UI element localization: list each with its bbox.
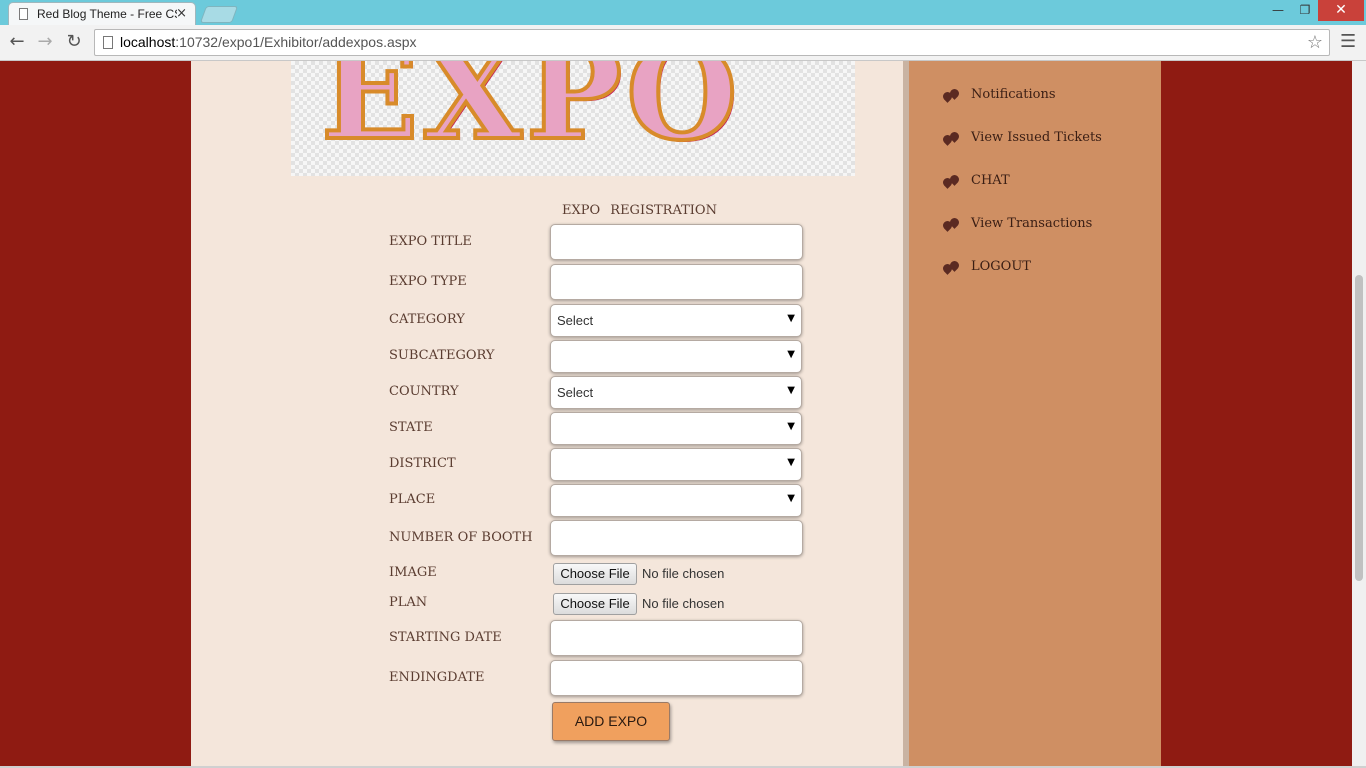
forward-arrow-icon[interactable]: → — [34, 31, 56, 52]
image-no-file-text: No file chosen — [642, 566, 725, 581]
country-label: COUNTRY — [389, 384, 459, 399]
dropdown-arrow-icon: ▼ — [787, 313, 795, 324]
url-path: :10732/expo1/Exhibitor/addexpos.aspx — [175, 34, 417, 50]
dropdown-arrow-icon: ▼ — [787, 457, 795, 468]
image-label: IMAGE — [389, 565, 437, 580]
leaf-bullet-icon — [941, 130, 961, 146]
url-host: localhost — [120, 34, 176, 50]
page-icon — [19, 8, 28, 20]
sidebar-item-label: View Transactions — [971, 216, 1093, 231]
leaf-bullet-icon — [941, 173, 961, 189]
subcategory-select[interactable]: ▼ — [550, 340, 802, 373]
leaf-bullet-icon — [941, 87, 961, 103]
ending-date-label: ENDINGDATE — [389, 670, 485, 685]
sidebar: Notifications View Issued Tickets CHAT V… — [909, 61, 1161, 768]
dropdown-arrow-icon: ▼ — [787, 385, 795, 396]
country-select[interactable]: Select ▼ — [550, 376, 802, 409]
image-choose-file-button[interactable]: Choose File — [553, 563, 637, 585]
subcategory-label: SUBCATEGORY — [389, 348, 495, 363]
vertical-scrollbar[interactable] — [1352, 61, 1366, 768]
country-selected-value: Select — [557, 385, 594, 400]
ending-date-input[interactable] — [550, 660, 803, 696]
browser-tab[interactable]: Red Blog Theme - Free CS × — [8, 2, 196, 25]
expo-title-input[interactable] — [550, 224, 803, 260]
leaf-bullet-icon — [941, 259, 961, 275]
sidebar-item-label: View Issued Tickets — [971, 130, 1102, 145]
browser-toolbar: ← → ↻ localhost:10732/expo1/Exhibitor/ad… — [0, 25, 1366, 61]
expo-banner: EXPO — [291, 61, 855, 176]
sidebar-item-label: Notifications — [971, 87, 1056, 102]
maximize-window-icon[interactable]: ❐ — [1292, 0, 1318, 21]
plan-label: PLAN — [389, 595, 428, 610]
main-content: EXPO EXPO REGISTRATION EXPO TITLE EXPO T… — [191, 61, 903, 768]
address-bar[interactable]: localhost:10732/expo1/Exhibitor/addexpos… — [94, 29, 1330, 56]
expo-type-label: EXPO TYPE — [389, 274, 467, 289]
new-tab-button[interactable] — [199, 6, 239, 23]
tab-title: Red Blog Theme - Free CS — [37, 7, 177, 21]
leaf-bullet-icon — [941, 216, 961, 232]
place-label: PLACE — [389, 492, 436, 507]
starting-date-label: STARTING DATE — [389, 630, 502, 645]
bookmark-star-icon[interactable]: ☆ — [1307, 32, 1323, 53]
close-window-icon[interactable]: ✕ — [1318, 0, 1364, 21]
add-expo-button[interactable]: ADD EXPO — [552, 702, 670, 741]
browser-menu-icon[interactable]: ☰ — [1340, 31, 1356, 52]
number-of-booth-label: NUMBER OF BOOTH — [389, 530, 533, 545]
plan-choose-file-button[interactable]: Choose File — [553, 593, 637, 615]
reload-icon[interactable]: ↻ — [63, 31, 85, 52]
place-select[interactable]: ▼ — [550, 484, 802, 517]
district-label: DISTRICT — [389, 456, 456, 471]
dropdown-arrow-icon: ▼ — [787, 421, 795, 432]
form-heading: EXPO REGISTRATION — [562, 203, 717, 218]
banner-logo-text: EXPO — [319, 61, 742, 171]
tab-close-icon[interactable]: × — [176, 6, 187, 21]
plan-no-file-text: No file chosen — [642, 596, 725, 611]
state-label: STATE — [389, 420, 433, 435]
dropdown-arrow-icon: ▼ — [787, 349, 795, 360]
number-of-booth-input[interactable] — [550, 520, 803, 556]
back-arrow-icon[interactable]: ← — [6, 31, 28, 52]
page-info-icon[interactable] — [103, 36, 113, 49]
category-label: CATEGORY — [389, 312, 465, 327]
browser-titlebar: Red Blog Theme - Free CS × — ❐ ✕ — [0, 0, 1366, 25]
page-viewport: EXPO EXPO REGISTRATION EXPO TITLE EXPO T… — [0, 61, 1352, 768]
dropdown-arrow-icon: ▼ — [787, 493, 795, 504]
sidebar-item-label: CHAT — [971, 173, 1010, 188]
expo-title-label: EXPO TITLE — [389, 234, 472, 249]
district-select[interactable]: ▼ — [550, 448, 802, 481]
expo-type-input[interactable] — [550, 264, 803, 300]
state-select[interactable]: ▼ — [550, 412, 802, 445]
url-text[interactable]: localhost:10732/expo1/Exhibitor/addexpos… — [120, 34, 417, 50]
scrollbar-thumb[interactable] — [1355, 275, 1363, 581]
starting-date-input[interactable] — [550, 620, 803, 656]
minimize-window-icon[interactable]: — — [1264, 0, 1292, 21]
sidebar-item-label: LOGOUT — [971, 259, 1031, 274]
category-select[interactable]: Select ▼ — [550, 304, 802, 337]
category-selected-value: Select — [557, 313, 594, 328]
